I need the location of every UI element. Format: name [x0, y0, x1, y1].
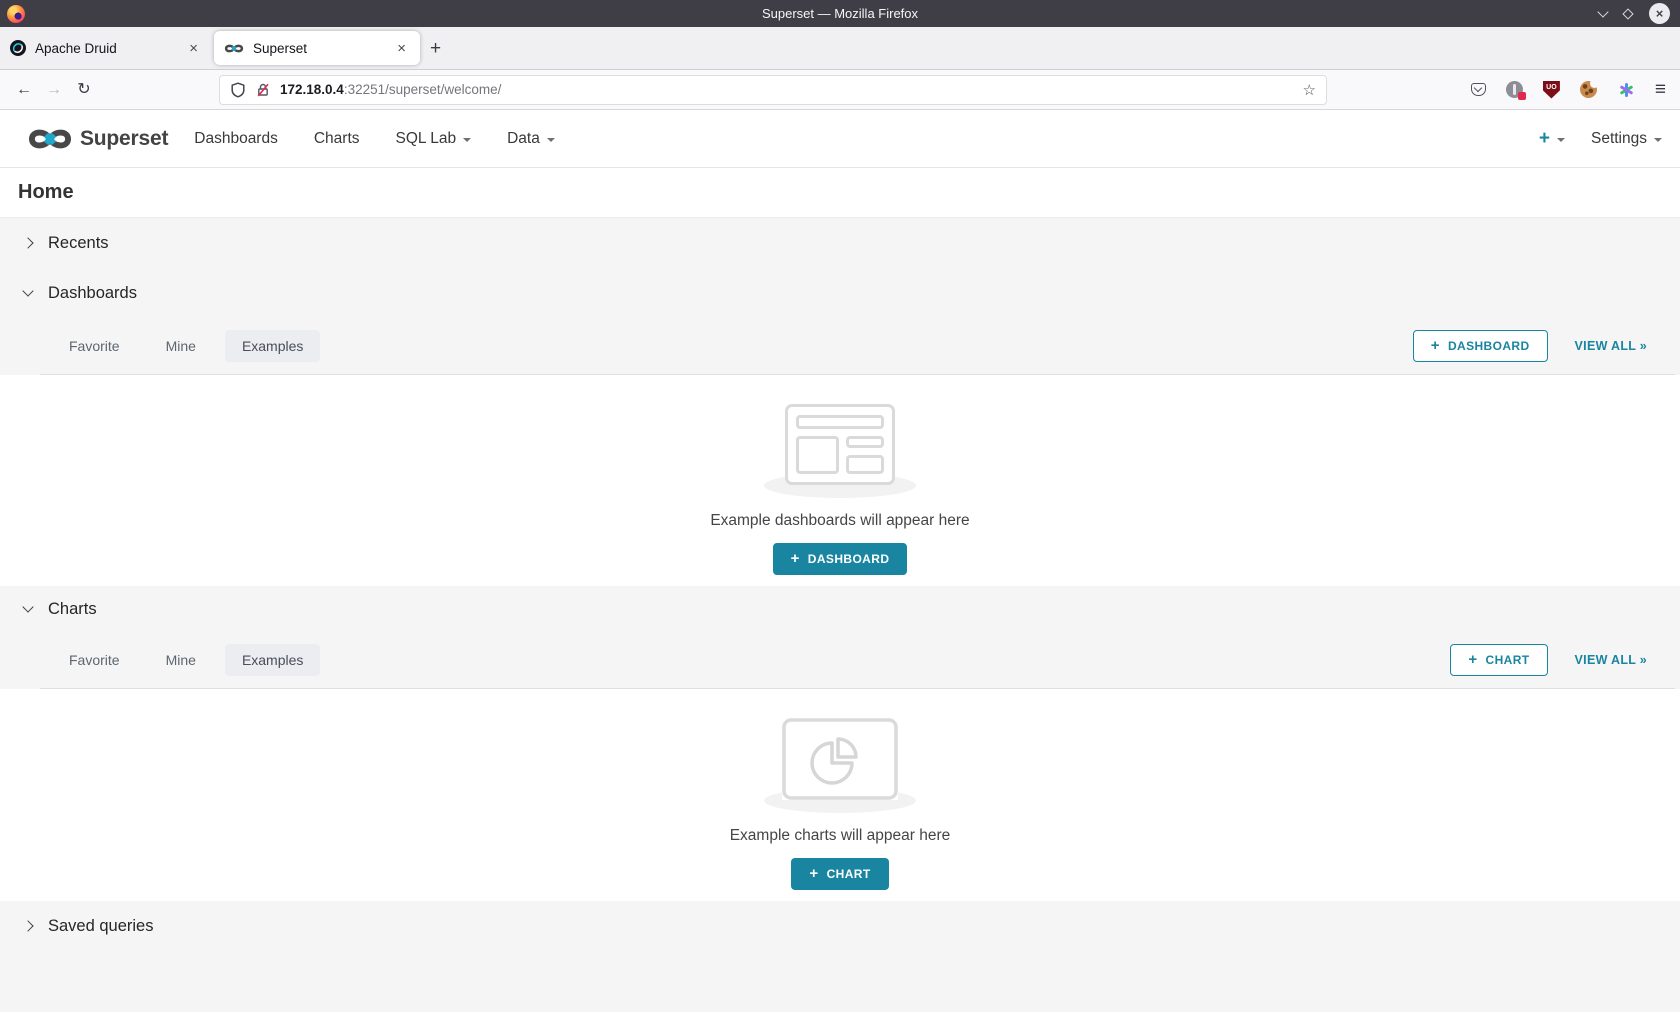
dashboards-empty-panel: Example dashboards will appear here + DA… — [0, 375, 1680, 586]
tab-close-icon[interactable]: × — [393, 41, 410, 56]
plus-icon: + — [1539, 129, 1550, 148]
add-dashboard-cta-button[interactable]: + DASHBOARD — [773, 543, 908, 575]
page-title: Home — [0, 181, 74, 204]
new-tab-button[interactable]: + — [420, 37, 451, 60]
nav-item-charts[interactable]: Charts — [314, 130, 360, 148]
chevron-right-icon — [22, 920, 33, 931]
brand-name: Superset — [80, 127, 168, 151]
section-saved-queries[interactable]: Saved queries — [0, 901, 1680, 951]
superset-favicon — [224, 43, 244, 54]
bookmark-star-icon[interactable]: ☆ — [1303, 81, 1316, 99]
extension-icon[interactable] — [1506, 81, 1523, 98]
url-domain: 172.18.0.4 — [280, 82, 344, 97]
shield-icon[interactable] — [230, 82, 246, 98]
ublock-origin-icon[interactable]: UO — [1543, 81, 1560, 99]
browser-tab-strip: Apache Druid × Superset × + — [0, 27, 1680, 70]
browser-toolbar: ← → ↻ 172.18.0.4:32251/superset/welcome/… — [0, 70, 1680, 110]
forward-icon[interactable]: → — [39, 82, 69, 98]
empty-state-text: Example charts will appear here — [730, 827, 951, 845]
dashboard-empty-state-icon — [785, 404, 895, 485]
chevron-down-icon — [1654, 138, 1662, 142]
superset-logo[interactable]: Superset — [28, 127, 168, 151]
pocket-icon[interactable] — [1471, 83, 1486, 96]
settings-menu[interactable]: Settings — [1591, 130, 1662, 148]
tab-examples[interactable]: Examples — [225, 644, 320, 676]
dashboards-submenu: Favorite Mine Examples + DASHBOARD VIEW … — [0, 318, 1680, 375]
url-bar[interactable]: 172.18.0.4:32251/superset/welcome/ ☆ — [219, 75, 1327, 105]
cookie-extension-icon[interactable] — [1580, 81, 1597, 98]
add-chart-button[interactable]: + CHART — [1450, 644, 1547, 676]
new-item-plus-button[interactable]: + — [1539, 129, 1565, 148]
plus-icon: + — [791, 551, 800, 566]
tab-mine[interactable]: Mine — [149, 644, 213, 676]
plus-icon: + — [1431, 338, 1440, 353]
window-titlebar: Superset — Mozilla Firefox × — [0, 0, 1680, 27]
chevron-down-icon — [1557, 138, 1565, 142]
divider — [40, 374, 1675, 375]
section-label: Saved queries — [48, 917, 154, 936]
section-label: Dashboards — [48, 284, 137, 303]
tab-favorite[interactable]: Favorite — [52, 330, 137, 362]
section-recents[interactable]: Recents — [0, 218, 1680, 268]
url-text: 172.18.0.4:32251/superset/welcome/ — [280, 82, 1303, 97]
insecure-lock-icon[interactable] — [255, 82, 271, 98]
chevron-down-icon — [22, 601, 33, 612]
view-all-charts-link[interactable]: VIEW ALL » — [1575, 653, 1647, 667]
section-label: Recents — [48, 234, 109, 253]
back-icon[interactable]: ← — [9, 82, 39, 98]
tab-mine[interactable]: Mine — [149, 330, 213, 362]
tab-favorite[interactable]: Favorite — [52, 644, 137, 676]
window-maximize-icon[interactable] — [1622, 8, 1633, 19]
add-chart-cta-button[interactable]: + CHART — [791, 858, 888, 890]
tab-title: Apache Druid — [35, 41, 185, 56]
add-dashboard-button[interactable]: + DASHBOARD — [1413, 330, 1548, 362]
chevron-down-icon — [463, 138, 471, 142]
section-charts[interactable]: Charts — [0, 586, 1680, 632]
chevron-down-icon — [547, 138, 555, 142]
nav-item-data[interactable]: Data — [507, 130, 555, 148]
window-close-button[interactable]: × — [1649, 3, 1670, 24]
nav-item-sql-lab[interactable]: SQL Lab — [396, 130, 472, 148]
tab-examples[interactable]: Examples — [225, 330, 320, 362]
window-title: Superset — Mozilla Firefox — [0, 6, 1680, 21]
superset-navbar: Superset Dashboards Charts SQL Lab Data … — [0, 110, 1680, 168]
chart-empty-state-icon — [782, 718, 898, 800]
close-icon: × — [1656, 7, 1664, 20]
section-dashboards[interactable]: Dashboards — [0, 268, 1680, 318]
section-label: Charts — [48, 600, 97, 619]
browser-tab-superset[interactable]: Superset × — [214, 31, 420, 65]
tab-close-icon[interactable]: × — [185, 41, 202, 56]
page-header: Home — [0, 168, 1680, 218]
nav-item-dashboards[interactable]: Dashboards — [194, 130, 278, 148]
browser-tab-apache-druid[interactable]: Apache Druid × — [0, 27, 212, 69]
charts-submenu: Favorite Mine Examples + CHART VIEW ALL … — [0, 632, 1680, 689]
url-path: :32251/superset/welcome/ — [344, 82, 502, 97]
chevron-down-icon — [22, 285, 33, 296]
view-all-dashboards-link[interactable]: VIEW ALL » — [1575, 339, 1647, 353]
window-minimize-icon[interactable] — [1597, 6, 1608, 17]
tab-title: Superset — [253, 41, 393, 56]
superset-infinity-icon — [28, 127, 72, 151]
reload-icon[interactable]: ↻ — [69, 82, 99, 98]
divider — [40, 688, 1675, 689]
plus-icon: + — [809, 866, 818, 881]
menu-hamburger-icon[interactable]: ≡ — [1655, 80, 1666, 99]
colorful-asterisk-extension-icon[interactable] — [1617, 81, 1635, 99]
charts-empty-panel: Example charts will appear here + CHART — [0, 689, 1680, 901]
chevron-right-icon — [22, 237, 33, 248]
plus-icon: + — [1468, 652, 1477, 667]
empty-state-text: Example dashboards will appear here — [710, 512, 969, 530]
apache-druid-favicon — [10, 40, 26, 56]
